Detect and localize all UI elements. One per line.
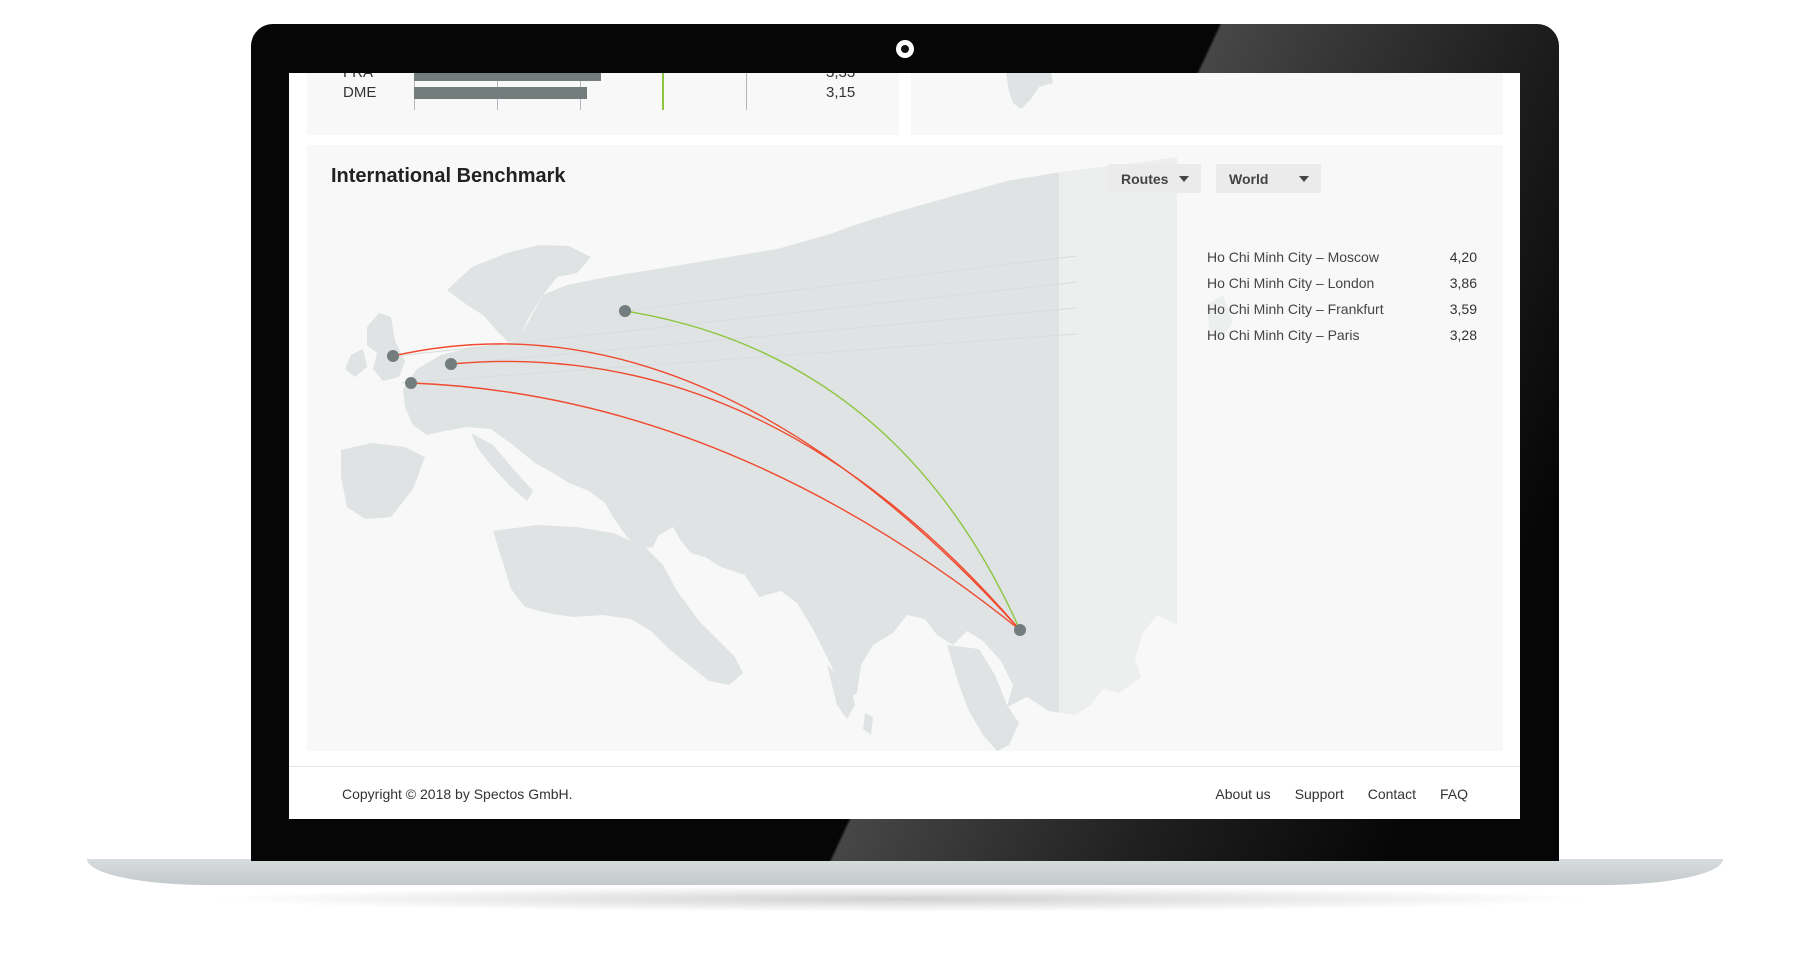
camera-icon	[896, 40, 914, 58]
bar-row-dme: DME 3,15	[307, 84, 899, 106]
route-value: 3,86	[1449, 275, 1477, 291]
route-row-frankfurt[interactable]: Ho Chi Minh City – Frankfurt 3,59	[1207, 301, 1477, 323]
route-name: Ho Chi Minh City – London	[1207, 275, 1375, 291]
bar-value: 3,15	[826, 84, 856, 101]
bar-label: FRA	[343, 73, 373, 81]
laptop-shadow	[200, 886, 1600, 912]
city-marker-moscow[interactable]	[619, 305, 631, 317]
footer-link-about[interactable]: About us	[1215, 786, 1270, 802]
region-dropdown[interactable]: World	[1216, 164, 1321, 193]
footer-link-support[interactable]: Support	[1295, 786, 1344, 802]
world-map[interactable]	[307, 145, 1503, 751]
route-row-moscow[interactable]: Ho Chi Minh City – Moscow 4,20	[1207, 249, 1477, 271]
route-value: 4,20	[1449, 249, 1477, 265]
footer-divider	[289, 766, 1520, 767]
city-marker-london[interactable]	[387, 350, 399, 362]
footer-links: About us Support Contact FAQ	[1215, 786, 1468, 802]
footer-link-faq[interactable]: FAQ	[1440, 786, 1468, 802]
routes-dropdown-label: Routes	[1121, 170, 1169, 187]
route-name: Ho Chi Minh City – Moscow	[1207, 249, 1379, 265]
panel-title: International Benchmark	[331, 165, 566, 187]
route-value: 3,28	[1449, 327, 1477, 343]
route-name: Ho Chi Minh City – Paris	[1207, 327, 1360, 343]
laptop-base	[87, 859, 1723, 885]
region-dropdown-label: World	[1229, 170, 1269, 187]
footer-link-contact[interactable]: Contact	[1368, 786, 1416, 802]
international-benchmark-panel: International Benchmark Routes World Ho …	[307, 145, 1503, 751]
bar-label: DME	[343, 84, 377, 101]
stage: FRA 3,33 DME 3,15	[0, 0, 1800, 980]
route-value: 3,59	[1449, 301, 1477, 317]
bar-value: 3,33	[826, 73, 855, 81]
bar	[414, 87, 587, 99]
city-marker-paris[interactable]	[405, 377, 417, 389]
chevron-down-icon	[1299, 176, 1309, 182]
map-panel-top	[911, 73, 1503, 135]
screen: FRA 3,33 DME 3,15	[289, 73, 1520, 819]
chevron-down-icon	[1179, 176, 1189, 182]
routes-dropdown[interactable]: Routes	[1108, 164, 1201, 193]
city-marker-ho-chi-minh-city[interactable]	[1014, 624, 1026, 636]
route-row-london[interactable]: Ho Chi Minh City – London 3,86	[1207, 275, 1477, 297]
map-dim-overlay	[1059, 145, 1503, 751]
city-marker-frankfurt[interactable]	[445, 358, 457, 370]
route-name: Ho Chi Minh City – Frankfurt	[1207, 301, 1384, 317]
bar-chart-panel: FRA 3,33 DME 3,15	[307, 73, 899, 135]
bar	[414, 73, 601, 81]
copyright-text: Copyright © 2018 by Spectos GmbH.	[342, 786, 573, 802]
route-row-paris[interactable]: Ho Chi Minh City – Paris 3,28	[1207, 327, 1477, 349]
map-fragment	[1006, 73, 1053, 109]
